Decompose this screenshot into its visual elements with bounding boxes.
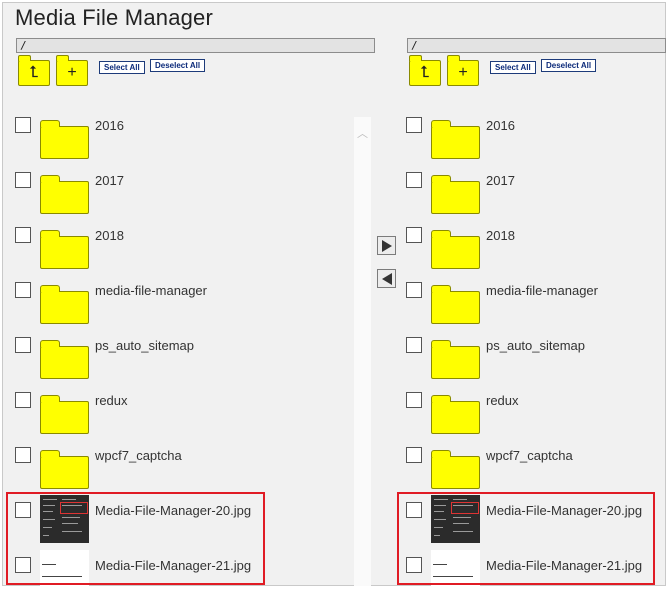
list-item[interactable]: 2017 bbox=[406, 163, 664, 218]
right-deselect-all-button[interactable]: Deselect All bbox=[541, 59, 597, 72]
item-checkbox[interactable] bbox=[15, 172, 31, 188]
folder-icon[interactable] bbox=[431, 120, 480, 159]
left-deselect-all-button[interactable]: Deselect All bbox=[150, 59, 206, 72]
folder-icon[interactable] bbox=[431, 285, 480, 324]
list-item[interactable]: media-file-manager bbox=[406, 273, 664, 328]
item-name[interactable]: ps_auto_sitemap bbox=[95, 338, 194, 353]
item-checkbox[interactable] bbox=[15, 117, 31, 133]
list-item[interactable]: 2016 bbox=[406, 108, 664, 163]
left-parent-folder-button[interactable]: ⮤ bbox=[18, 55, 50, 86]
item-checkbox[interactable] bbox=[406, 447, 422, 463]
list-item[interactable]: 2017 bbox=[15, 163, 355, 218]
folder-icon[interactable] bbox=[40, 230, 89, 269]
item-name[interactable]: media-file-manager bbox=[95, 283, 207, 298]
item-name[interactable]: 2017 bbox=[95, 173, 124, 188]
folder-icon[interactable] bbox=[431, 450, 480, 489]
item-checkbox[interactable] bbox=[406, 172, 422, 188]
chevron-up-icon[interactable]: ︿ bbox=[354, 127, 371, 141]
item-checkbox[interactable] bbox=[15, 227, 31, 243]
left-new-folder-button[interactable]: + bbox=[56, 55, 88, 86]
arrow-left-icon bbox=[381, 272, 392, 285]
folder-up-icon: ⮤ bbox=[29, 64, 39, 81]
list-item[interactable]: ps_auto_sitemap bbox=[406, 328, 664, 383]
folder-icon[interactable] bbox=[431, 340, 480, 379]
item-name[interactable]: 2017 bbox=[486, 173, 515, 188]
item-name[interactable]: 2018 bbox=[486, 228, 515, 243]
item-name[interactable]: redux bbox=[95, 393, 128, 408]
left-path-field[interactable]: / bbox=[16, 38, 375, 53]
list-item[interactable]: wpcf7_captcha bbox=[15, 438, 355, 493]
folder-icon[interactable] bbox=[431, 395, 480, 434]
item-checkbox[interactable] bbox=[406, 337, 422, 353]
right-new-folder-button[interactable]: + bbox=[447, 55, 479, 86]
selection-highlight bbox=[397, 492, 655, 585]
item-checkbox[interactable] bbox=[406, 282, 422, 298]
item-checkbox[interactable] bbox=[406, 117, 422, 133]
folder-icon[interactable] bbox=[431, 175, 480, 214]
left-list-scrollbar[interactable]: ︿ bbox=[354, 117, 371, 586]
item-checkbox[interactable] bbox=[15, 337, 31, 353]
item-checkbox[interactable] bbox=[406, 227, 422, 243]
list-item[interactable]: 2018 bbox=[406, 218, 664, 273]
list-item[interactable]: 2016 bbox=[15, 108, 355, 163]
item-checkbox[interactable] bbox=[15, 447, 31, 463]
list-item[interactable]: redux bbox=[406, 383, 664, 438]
folder-up-icon: ⮤ bbox=[420, 64, 430, 81]
left-select-all-button[interactable]: Select All bbox=[99, 61, 145, 74]
item-name[interactable]: 2018 bbox=[95, 228, 124, 243]
folder-icon[interactable] bbox=[431, 230, 480, 269]
item-name[interactable]: 2016 bbox=[486, 118, 515, 133]
list-item[interactable]: media-file-manager bbox=[15, 273, 355, 328]
folder-plus-icon: + bbox=[458, 64, 468, 81]
copy-to-right-button[interactable] bbox=[377, 236, 396, 255]
item-name[interactable]: wpcf7_captcha bbox=[486, 448, 573, 463]
list-item[interactable]: wpcf7_captcha bbox=[406, 438, 664, 493]
item-name[interactable]: 2016 bbox=[95, 118, 124, 133]
item-checkbox[interactable] bbox=[406, 392, 422, 408]
list-item[interactable]: 2018 bbox=[15, 218, 355, 273]
item-name[interactable]: wpcf7_captcha bbox=[95, 448, 182, 463]
item-checkbox[interactable] bbox=[15, 282, 31, 298]
folder-icon[interactable] bbox=[40, 175, 89, 214]
item-name[interactable]: ps_auto_sitemap bbox=[486, 338, 585, 353]
item-checkbox[interactable] bbox=[15, 392, 31, 408]
right-select-all-button[interactable]: Select All bbox=[490, 61, 536, 74]
folder-plus-icon: + bbox=[67, 64, 77, 81]
right-parent-folder-button[interactable]: ⮤ bbox=[409, 55, 441, 86]
page-title: Media File Manager bbox=[15, 5, 214, 30]
folder-icon[interactable] bbox=[40, 120, 89, 159]
folder-icon[interactable] bbox=[40, 340, 89, 379]
arrow-right-icon bbox=[381, 239, 392, 252]
selection-highlight bbox=[6, 492, 265, 585]
item-name[interactable]: redux bbox=[486, 393, 519, 408]
list-item[interactable]: redux bbox=[15, 383, 355, 438]
folder-icon[interactable] bbox=[40, 395, 89, 434]
folder-icon[interactable] bbox=[40, 450, 89, 489]
list-item[interactable]: ps_auto_sitemap bbox=[15, 328, 355, 383]
folder-icon[interactable] bbox=[40, 285, 89, 324]
item-name[interactable]: media-file-manager bbox=[486, 283, 598, 298]
copy-to-left-button[interactable] bbox=[377, 269, 396, 288]
right-path-field[interactable]: / bbox=[407, 38, 666, 53]
